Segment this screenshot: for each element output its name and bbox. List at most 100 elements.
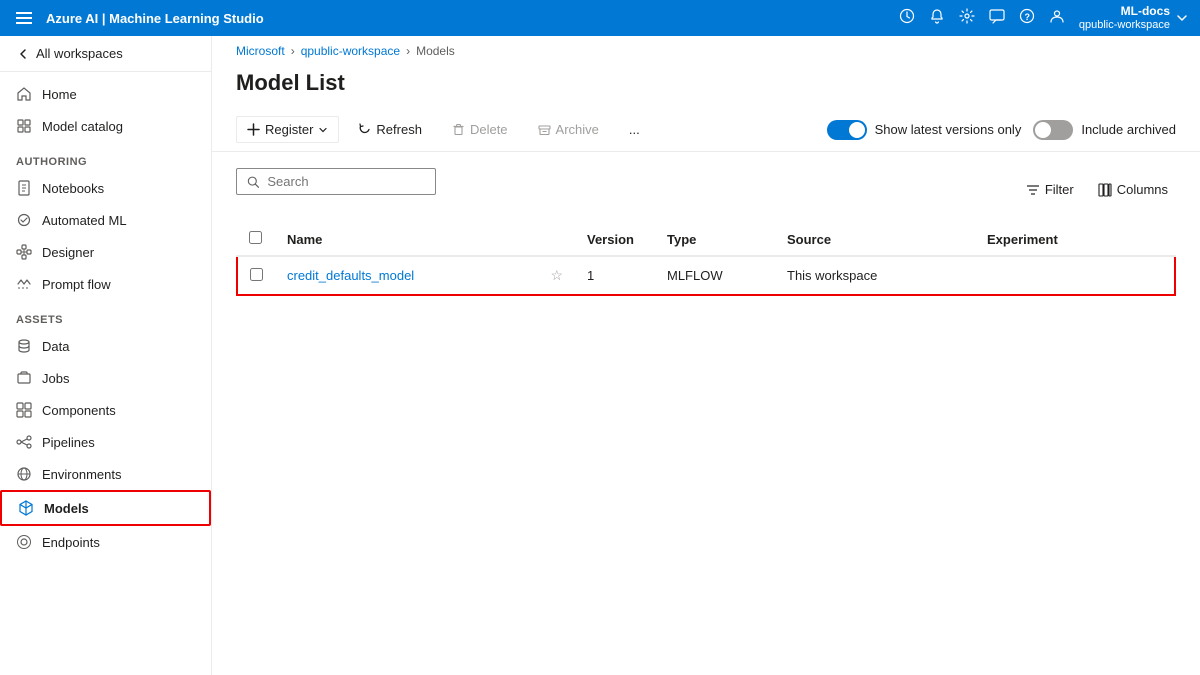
app-title: Azure AI | Machine Learning Studio: [46, 11, 264, 26]
col-type-header: Type: [655, 223, 775, 256]
sidebar-item-model-catalog[interactable]: Model catalog: [0, 110, 211, 142]
sidebar-label-designer: Designer: [42, 245, 94, 260]
more-label: ...: [629, 122, 640, 137]
model-name-link[interactable]: credit_defaults_model: [287, 268, 414, 283]
clock-icon[interactable]: [899, 8, 915, 28]
environments-icon: [16, 466, 32, 482]
user-workspace: qpublic-workspace: [1079, 19, 1170, 32]
sidebar-item-designer[interactable]: Designer: [0, 236, 211, 268]
table-row: credit_defaults_model ☆ 1 MLFLOW This wo…: [237, 256, 1175, 295]
delete-icon: [452, 123, 465, 136]
table-header-row: Name Version Type Source Experiment: [237, 223, 1175, 256]
models-icon: [18, 500, 34, 516]
sidebar-item-prompt-flow[interactable]: Prompt flow: [0, 268, 211, 300]
filter-button[interactable]: Filter: [1018, 178, 1082, 201]
sidebar-item-notebooks[interactable]: Notebooks: [0, 172, 211, 204]
more-button[interactable]: ...: [618, 116, 651, 143]
sidebar-nav: Home Model catalog Authoring: [0, 72, 211, 564]
search-icon: [247, 175, 259, 189]
breadcrumb-workspace[interactable]: qpublic-workspace: [301, 44, 400, 58]
hamburger-menu[interactable]: [12, 8, 36, 28]
col-experiment-header: Experiment: [975, 223, 1175, 256]
notebooks-icon: [16, 180, 32, 196]
breadcrumb-microsoft[interactable]: Microsoft: [236, 44, 285, 58]
delete-button[interactable]: Delete: [441, 116, 519, 143]
sidebar: All workspaces Home Model catalog: [0, 36, 212, 675]
sidebar-item-automated-ml[interactable]: Automated ML: [0, 204, 211, 236]
sidebar-label-components: Components: [42, 403, 116, 418]
assets-section-label: Assets: [0, 300, 211, 330]
svg-text:?: ?: [1024, 12, 1030, 22]
sidebar-item-pipelines[interactable]: Pipelines: [0, 426, 211, 458]
col-name-header: Name: [275, 223, 538, 256]
register-button[interactable]: Register: [236, 116, 339, 143]
chat-icon[interactable]: [989, 8, 1005, 28]
model-experiment-cell: [975, 256, 1175, 295]
sidebar-label-prompt-flow: Prompt flow: [42, 277, 111, 292]
archive-button[interactable]: Archive: [527, 116, 610, 143]
endpoints-icon: [16, 534, 32, 550]
sidebar-item-jobs[interactable]: Jobs: [0, 362, 211, 394]
model-type-cell: MLFLOW: [655, 256, 775, 295]
model-table: Name Version Type Source Experiment: [236, 223, 1176, 296]
show-latest-toggle[interactable]: [827, 120, 867, 140]
sidebar-item-data[interactable]: Data: [0, 330, 211, 362]
sidebar-item-endpoints[interactable]: Endpoints: [0, 526, 211, 558]
sidebar-label-models: Models: [44, 501, 89, 516]
user-info: ML-docs qpublic-workspace: [1079, 4, 1170, 32]
sidebar-item-models[interactable]: Models: [0, 490, 211, 526]
sidebar-item-home[interactable]: Home: [0, 78, 211, 110]
show-latest-label: Show latest versions only: [875, 122, 1022, 137]
archive-icon: [538, 123, 551, 136]
search-bar[interactable]: [236, 168, 436, 195]
user-name: ML-docs: [1121, 4, 1170, 18]
page-title: Model List: [236, 70, 1176, 96]
back-to-workspaces[interactable]: All workspaces: [0, 36, 211, 72]
model-catalog-icon: [16, 118, 32, 134]
col-star-header: [538, 223, 575, 256]
sidebar-label-model-catalog: Model catalog: [42, 119, 123, 134]
list-area: Filter Columns: [212, 152, 1200, 675]
sidebar-label-notebooks: Notebooks: [42, 181, 104, 196]
refresh-button[interactable]: Refresh: [347, 116, 433, 143]
jobs-icon: [16, 370, 32, 386]
gear-icon[interactable]: [959, 8, 975, 28]
show-latest-toggle-group: Show latest versions only: [827, 120, 1022, 140]
sidebar-label-endpoints: Endpoints: [42, 535, 100, 550]
sidebar-item-components[interactable]: Components: [0, 394, 211, 426]
col-checkbox: [237, 223, 275, 256]
sidebar-item-environments[interactable]: Environments: [0, 458, 211, 490]
register-chevron-icon: [318, 125, 328, 135]
delete-label: Delete: [470, 122, 508, 137]
register-label: Register: [265, 122, 313, 137]
include-archived-toggle[interactable]: [1033, 120, 1073, 140]
back-arrow-icon: [16, 47, 30, 61]
model-source-cell: This workspace: [775, 256, 975, 295]
row-checkbox[interactable]: [250, 268, 263, 281]
pipelines-icon: [16, 434, 32, 450]
topbar-right: ? ML-docs qpublic-workspace: [899, 4, 1188, 32]
archive-label: Archive: [556, 122, 599, 137]
breadcrumb-sep-1: ›: [291, 44, 295, 58]
breadcrumb: Microsoft › qpublic-workspace › Models: [212, 36, 1200, 62]
content-area: Microsoft › qpublic-workspace › Models M…: [212, 36, 1200, 675]
bell-icon[interactable]: [929, 8, 945, 28]
toolbar-right: Show latest versions only Include archiv…: [827, 120, 1176, 140]
col-version-header: Version: [575, 223, 655, 256]
sidebar-label-pipelines: Pipelines: [42, 435, 95, 450]
sidebar-label-automated-ml: Automated ML: [42, 213, 127, 228]
select-all-checkbox[interactable]: [249, 231, 262, 244]
topbar: Azure AI | Machine Learning Studio: [0, 0, 1200, 36]
back-label: All workspaces: [36, 46, 123, 61]
star-icon[interactable]: ☆: [550, 267, 563, 283]
designer-icon: [16, 244, 32, 260]
user-profile[interactable]: ML-docs qpublic-workspace: [1079, 4, 1188, 32]
search-input[interactable]: [267, 174, 425, 189]
authoring-section-label: Authoring: [0, 142, 211, 172]
user-icon[interactable]: [1049, 8, 1065, 28]
plus-icon: [247, 123, 260, 136]
sidebar-label-jobs: Jobs: [42, 371, 69, 386]
columns-button[interactable]: Columns: [1090, 178, 1176, 201]
breadcrumb-sep-2: ›: [406, 44, 410, 58]
help-icon[interactable]: ?: [1019, 8, 1035, 28]
